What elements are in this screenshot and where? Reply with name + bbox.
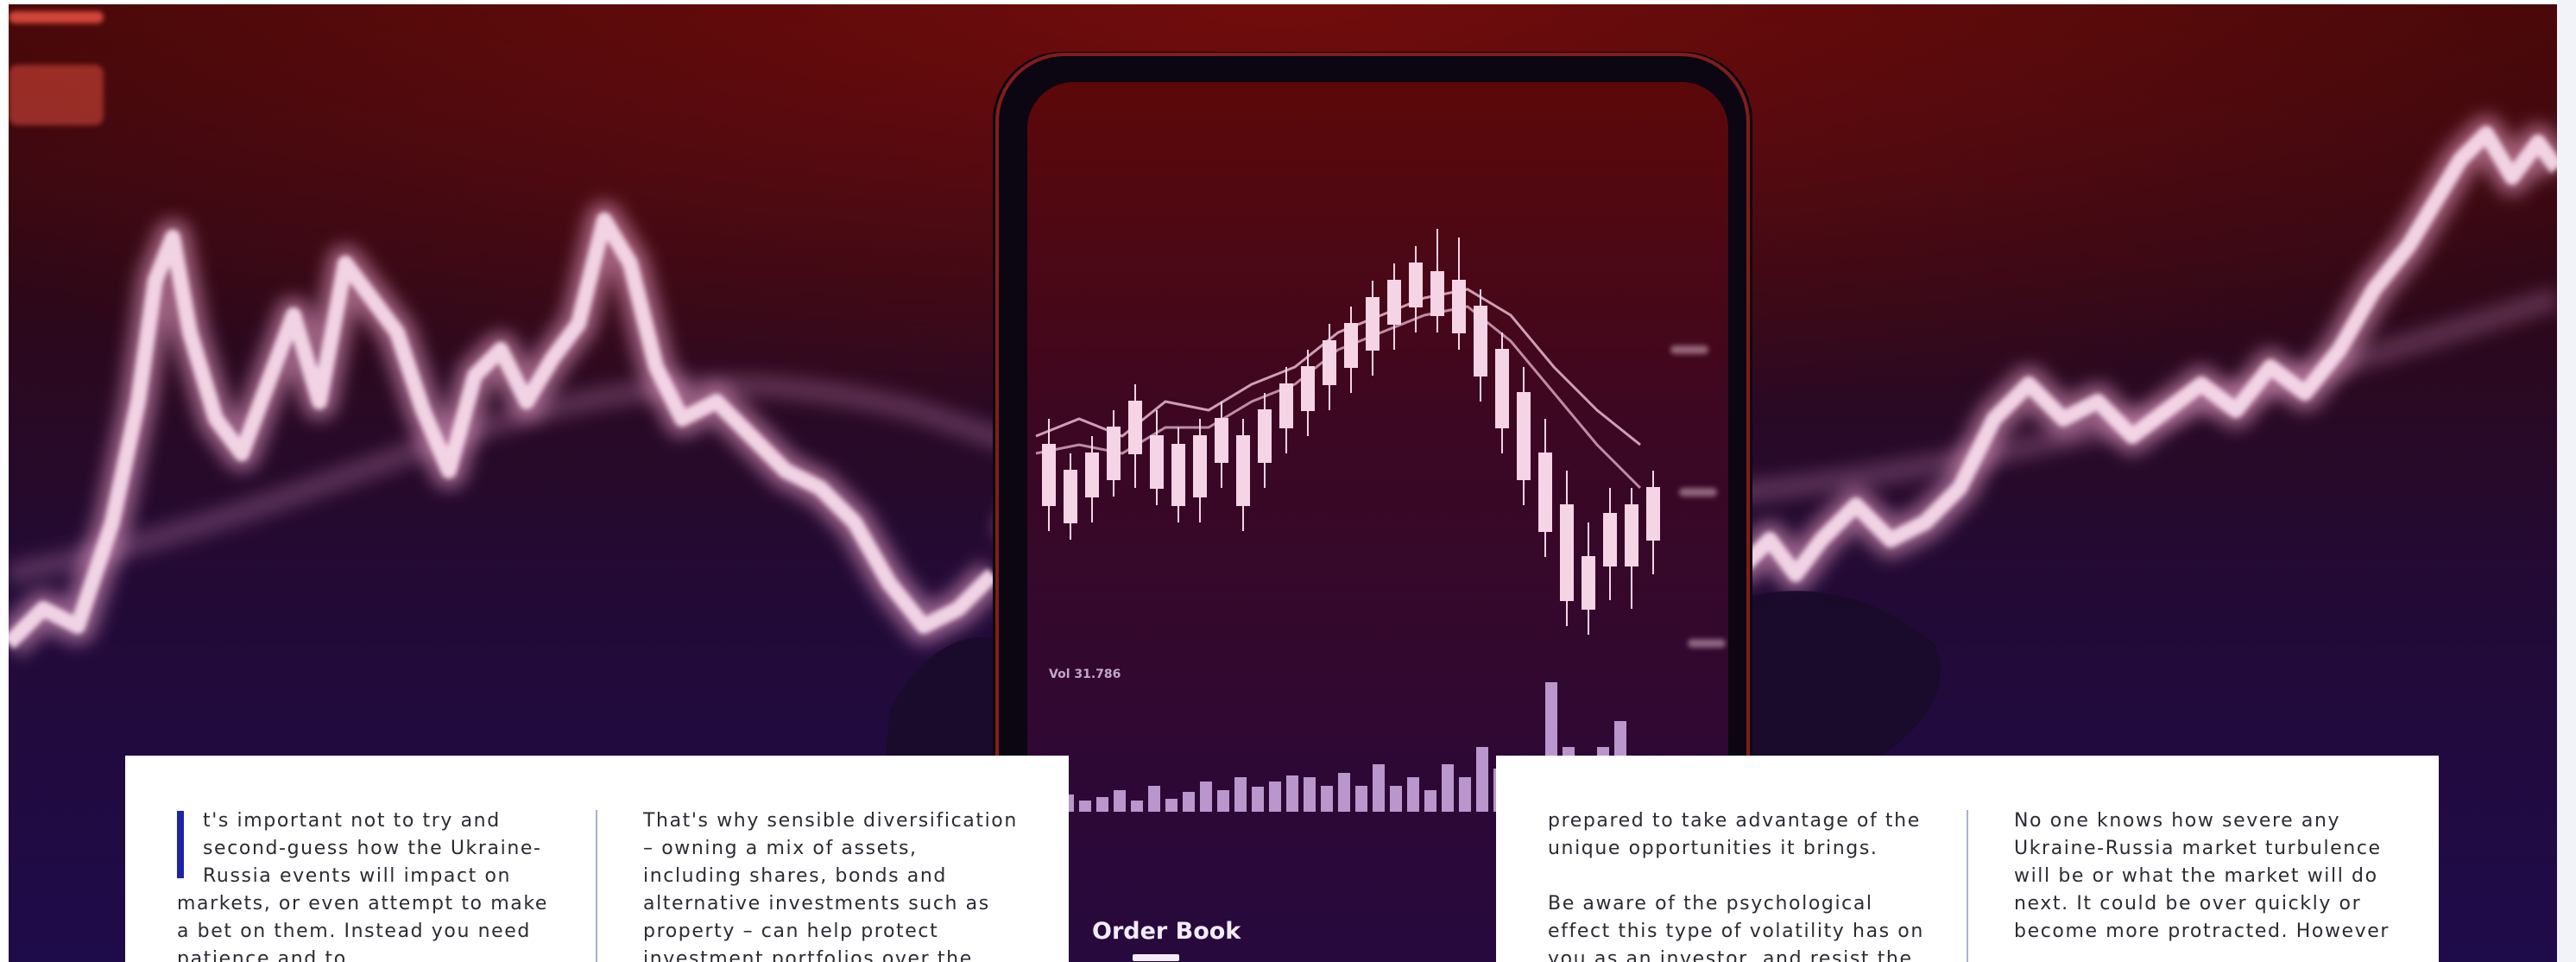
order-book-label: Order Book xyxy=(1092,918,1241,945)
article-column-1: t's important not to try and second-gues… xyxy=(177,807,557,962)
article-paragraph: t's important not to try and second-gues… xyxy=(177,810,549,962)
article-card-right: prepared to take advantage of the unique… xyxy=(1496,756,2439,962)
volume-label: Vol 31.786 xyxy=(1049,668,1121,681)
article-paragraph: No one knows how severe any Ukraine-Russ… xyxy=(2014,810,2390,942)
article-column-3: prepared to take advantage of the unique… xyxy=(1548,807,1928,962)
article-column-2: That's why sensible diversification – ow… xyxy=(643,807,1023,962)
article-column-4: No one knows how severe any Ukraine-Russ… xyxy=(2014,807,2394,962)
page-margin xyxy=(2557,0,2576,962)
column-divider xyxy=(596,810,597,962)
column-divider xyxy=(1967,810,1968,962)
article-card-left: t's important not to try and second-gues… xyxy=(125,756,1069,962)
drop-cap-bar xyxy=(177,811,184,878)
order-book-indicator xyxy=(1133,954,1179,961)
article-paragraph: Be aware of the psychological effect thi… xyxy=(1548,893,1924,962)
article-page: Vol 31.786 Order Book t's important not … xyxy=(0,0,2576,962)
article-paragraph: That's why sensible diversification – ow… xyxy=(643,810,1018,962)
article-paragraph: prepared to take advantage of the unique… xyxy=(1548,810,1921,859)
